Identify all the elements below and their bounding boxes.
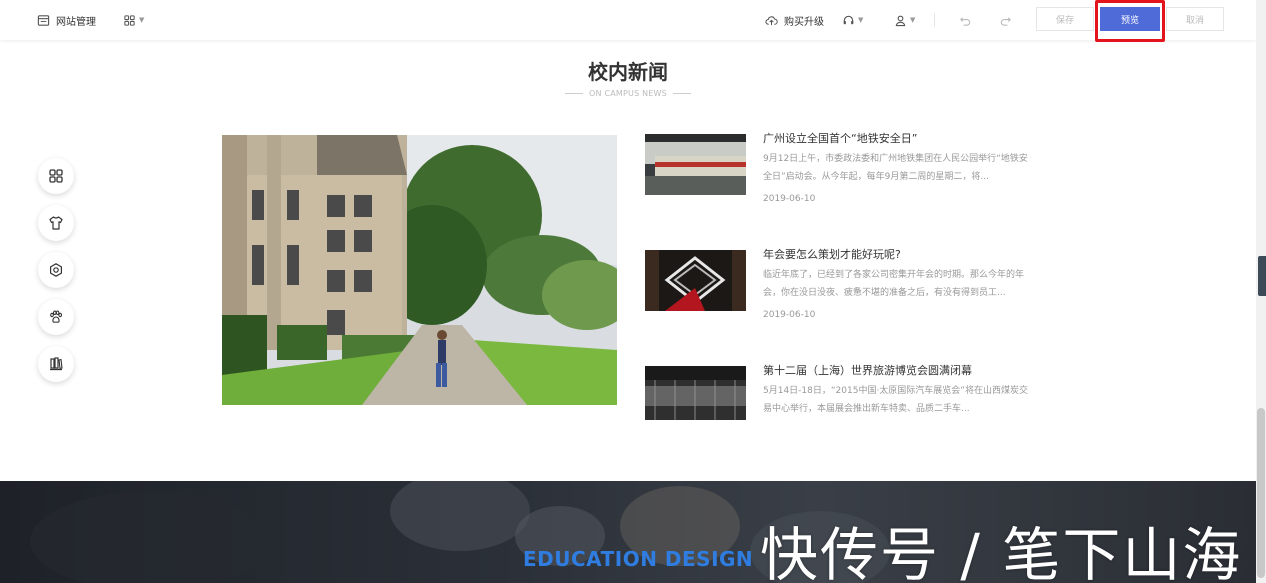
site-manage-label: 网站管理 bbox=[56, 16, 96, 28]
headset-icon bbox=[841, 13, 855, 27]
chevron-down-icon: ▼ bbox=[910, 16, 916, 24]
news-thumbnail[interactable] bbox=[645, 134, 746, 195]
site-manage-button[interactable]: 网站管理 bbox=[36, 13, 96, 28]
apps-tool-button[interactable] bbox=[38, 158, 74, 194]
campus-photo[interactable] bbox=[222, 135, 617, 405]
news-thumbnail[interactable] bbox=[645, 250, 746, 311]
news-title[interactable]: 广州设立全国首个“地铁安全日” bbox=[763, 130, 917, 146]
news-title[interactable]: 第十二届（上海）世界旅游博览会圆满闭幕 bbox=[763, 362, 972, 378]
user-icon bbox=[893, 13, 907, 27]
browser-window-icon bbox=[36, 13, 50, 27]
chevron-down-icon: ▼ bbox=[858, 16, 864, 24]
chevron-down-icon: ▼ bbox=[139, 16, 145, 24]
paw-icon bbox=[50, 310, 63, 323]
side-feedback-tab[interactable] bbox=[1258, 256, 1266, 296]
section-title: 校内新闻 bbox=[588, 60, 668, 84]
toolbar-divider bbox=[934, 13, 935, 27]
news-item[interactable]: 年会要怎么策划才能好玩呢? 临近年底了，已经到了各家公司密集开年会的时期。那么今… bbox=[645, 246, 1035, 326]
campus-photo-illustration bbox=[222, 135, 617, 405]
event-stage-image bbox=[645, 250, 746, 311]
news-description: 临近年底了，已经到了各家公司密集开年会的时期。那么今年的年会，你在没日没夜、疲惫… bbox=[763, 270, 1025, 298]
pet-tool-button[interactable] bbox=[38, 299, 74, 335]
news-description: 5月14日-18日，“2015中国·太原国际汽车展览会”将在山西煤炭交易中心举行… bbox=[763, 386, 1028, 414]
divider-line bbox=[672, 93, 691, 94]
redo-button[interactable] bbox=[998, 13, 1012, 27]
subway-train-image bbox=[645, 134, 746, 195]
news-thumbnail[interactable] bbox=[645, 366, 746, 420]
preview-button[interactable]: 预览 bbox=[1100, 7, 1160, 31]
section-subtitle-text: ON CAMPUS NEWS bbox=[589, 89, 667, 98]
news-item[interactable]: 第十二届（上海）世界旅游博览会圆满闭幕 5月14日-18日，“2015中国·太原… bbox=[645, 362, 1035, 422]
news-date: 2019-06-10 bbox=[763, 194, 816, 204]
news-title[interactable]: 年会要怎么策划才能好玩呢? bbox=[763, 246, 901, 262]
user-menu-button[interactable]: ▼ bbox=[893, 13, 915, 27]
undo-button[interactable] bbox=[958, 13, 972, 27]
layers-icon bbox=[50, 357, 63, 371]
buy-upgrade-label: 购买升级 bbox=[784, 17, 824, 28]
settings-tool-button[interactable] bbox=[38, 252, 74, 288]
apps-icon bbox=[49, 169, 63, 183]
theme-tool-button[interactable] bbox=[38, 205, 74, 241]
news-item[interactable]: 广州设立全国首个“地铁安全日” 9月12日上午，市委政法委和广州地铁集团在人民公… bbox=[645, 130, 1035, 210]
buy-upgrade-button[interactable]: 购买升级 bbox=[764, 13, 824, 28]
save-button[interactable]: 保存 bbox=[1036, 7, 1094, 31]
undo-icon bbox=[958, 13, 972, 27]
divider-line bbox=[565, 93, 584, 94]
library-tool-button[interactable] bbox=[38, 346, 74, 382]
toolbar-left: 网站管理 ▼ bbox=[0, 13, 144, 28]
apps-menu-button[interactable]: ▼ bbox=[122, 13, 144, 27]
news-date: 2019-06-10 bbox=[763, 310, 816, 320]
expo-hall-image bbox=[645, 366, 746, 420]
redo-icon bbox=[998, 13, 1012, 27]
grid-icon bbox=[122, 13, 136, 27]
cloud-upload-icon bbox=[764, 14, 778, 28]
top-toolbar: 网站管理 ▼ 购买升级 ▼ ▼ 保存 预览 取消 bbox=[0, 0, 1256, 42]
settings-icon bbox=[50, 263, 62, 277]
news-description: 9月12日上午，市委政法委和广州地铁集团在人民公园举行“地铁安全日”启动会。从今… bbox=[763, 154, 1028, 182]
section-subtitle: ON CAMPUS NEWS bbox=[0, 89, 1256, 98]
left-tool-panel bbox=[38, 158, 74, 393]
shirt-icon bbox=[49, 216, 63, 230]
scrollbar-thumb[interactable] bbox=[1257, 408, 1265, 578]
cancel-button[interactable]: 取消 bbox=[1166, 7, 1224, 31]
support-menu-button[interactable]: ▼ bbox=[841, 13, 863, 27]
watermark-text: 快传号 / 笔下山海 bbox=[760, 521, 1243, 583]
banner-title: EDUCATION DESIGN bbox=[523, 547, 754, 571]
